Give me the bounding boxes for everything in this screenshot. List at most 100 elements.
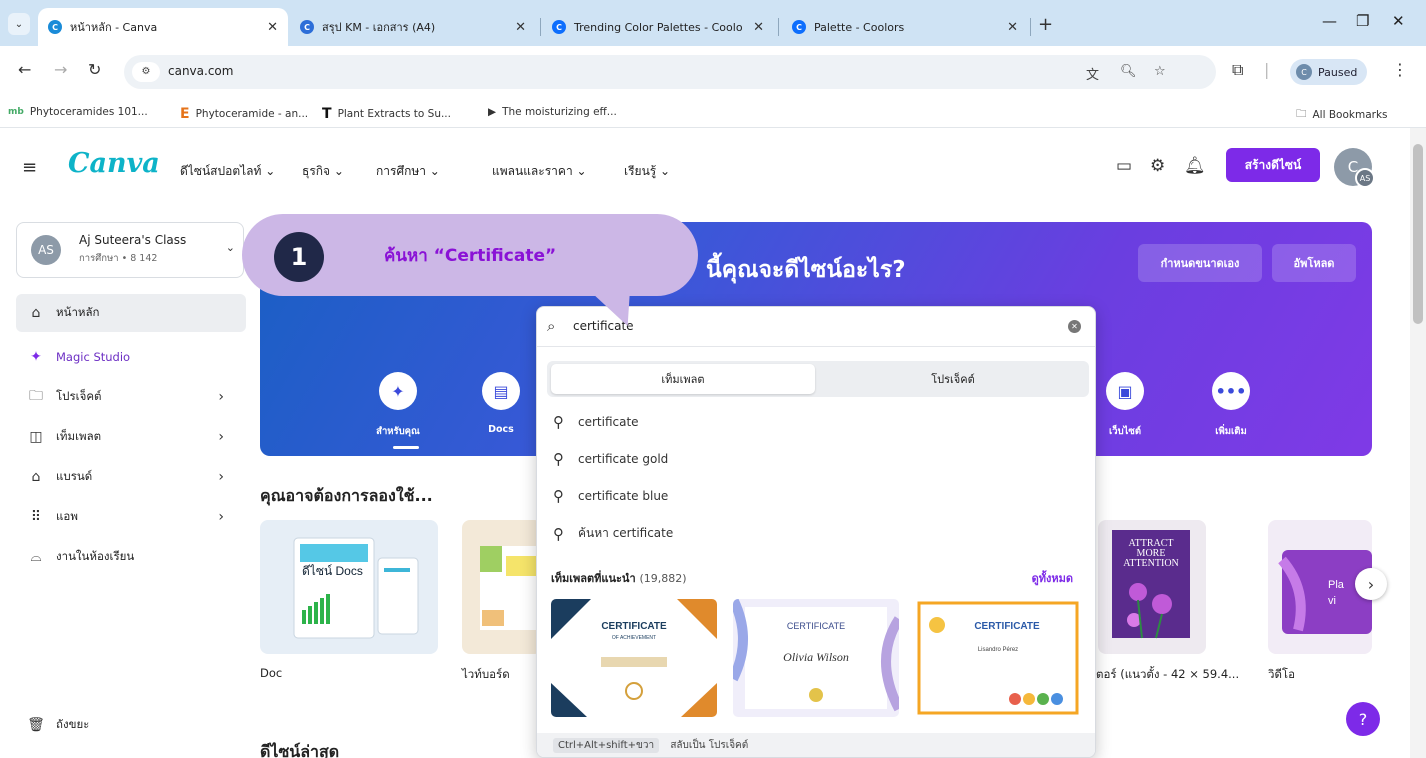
sidebar-item-home[interactable]: ⌂ หน้าหลัก [16,294,246,332]
coolors-favicon-icon: C [552,20,566,34]
team-subtitle: การศึกษา • 8 142 [79,253,158,264]
bookmark-item[interactable]: mb Phytoceramides 101... [8,106,148,118]
sidebar-item-projects[interactable]: 🗀 โปรเจ็คต์ › [16,378,246,416]
tab-templates[interactable]: เท็มเพลต [551,364,815,394]
suggestion-label: certificate gold [578,452,669,466]
close-icon[interactable]: ✕ [515,20,526,35]
category-label[interactable]: เว็บไซต์ [1092,424,1158,439]
bookmark-favicon-icon: T [322,106,332,122]
sidebar-item-classroom[interactable]: ⌓ งานในห้องเรียน [16,538,246,576]
browser-tab[interactable]: C สรุป KM - เอกสาร (A4) ✕ [290,8,536,46]
category-label[interactable]: สำหรับคุณ [358,424,438,439]
coolors-favicon-icon: C [792,20,806,34]
extensions-icon[interactable]: ⧉ [1232,60,1243,80]
template-thumbnail[interactable]: CERTIFICATE Olivia Wilson [733,599,899,717]
browser-tab[interactable]: C Trending Color Palettes - Coolo ✕ [542,8,774,46]
more-icon[interactable]: ••• [1212,372,1250,410]
category-label[interactable]: เพิ่มเติม [1198,424,1264,439]
bookmark-item[interactable]: T Plant Extracts to Su... [322,106,451,122]
nav-spotlight[interactable]: ดีไซน์สปอตไลท์ ⌄ [180,162,275,181]
bookmark-item[interactable]: ▶ The moisturizing eff... [488,106,617,118]
scrollbar[interactable] [1410,128,1426,758]
avatar-team-badge: AS [1355,168,1375,188]
upload-button[interactable]: อัพโหลด [1272,244,1356,282]
sidebar-item-trash[interactable]: 🗑︎ ถังขยะ [16,706,246,744]
bookmark-label: The moisturizing eff... [502,106,617,118]
tab-search-chevron-icon[interactable]: ⌄ [8,13,30,35]
profile-paused-chip[interactable]: C Paused [1290,59,1368,85]
browser-tab[interactable]: C หน้าหลัก - Canva ✕ [38,8,288,46]
category-label[interactable]: Docs [470,424,532,435]
desktop-app-icon[interactable]: ▭ [1116,156,1132,176]
canva-app: ≡ Canva ดีไซน์สปอตไลท์ ⌄ ธุรกิจ ⌄ การศึก… [0,128,1426,758]
minimize-icon[interactable]: — [1322,12,1337,30]
translate-icon[interactable]: 文 [1086,64,1099,83]
omnibox[interactable]: ⚙ canva.com 文 🔍︎ ☆ [124,55,1216,89]
team-switcher[interactable]: AS Aj Suteera's Class การศึกษา • 8 142 ⌄ [16,222,244,278]
suggestion-label: certificate [578,415,639,429]
keyboard-hint: Ctrl+Alt+shift+ขวา สลับเป็น โปรเจ็คต์ [537,733,1095,757]
custom-size-button[interactable]: กำหนดขนาดเอง [1138,244,1262,282]
forward-arrow-icon[interactable]: → [54,60,67,79]
sidebar-item-brand[interactable]: ⌂ แบรนด์ › [16,458,246,496]
site-info-icon[interactable]: ⚙ [132,62,160,82]
all-bookmarks[interactable]: 🗀 All Bookmarks [1296,106,1388,124]
reload-icon[interactable]: ↻ [88,60,101,79]
doc-thumbnail: ดีไซน์ Docs [293,537,419,639]
close-icon[interactable]: ✕ [267,20,278,35]
menu-kebab-icon[interactable]: ⋮ [1392,60,1408,79]
nav-business[interactable]: ธุรกิจ ⌄ [302,162,344,181]
card-label: ตอร์ (แนวตั้ง - 42 × 59.4... [1096,667,1240,681]
sidebar-item-apps[interactable]: ⠿ แอพ › [16,498,246,536]
hamburger-menu-icon[interactable]: ≡ [22,157,37,178]
settings-gear-icon[interactable]: ⚙ [1150,156,1165,176]
for-you-icon[interactable]: ✦ [379,372,417,410]
nav-learn[interactable]: เรียนรู้ ⌄ [624,162,670,181]
brand-icon: ⌂ [31,469,41,485]
template-name: Olivia Wilson [783,650,849,664]
template-thumbnail[interactable]: CERTIFICATE Lisandro Pérez [915,599,1081,717]
sidebar-item-magic-studio[interactable]: ✦ Magic Studio [16,338,246,376]
restore-icon[interactable]: ❐ [1356,12,1369,30]
card-poster[interactable]: ATTRACT MORE ATTENTION [1098,520,1206,654]
suggestion-item[interactable]: ⚲ certificate blue [553,487,668,505]
template-thumbnail[interactable]: CERTIFICATE OF ACHIEVEMENT [551,599,717,717]
help-button[interactable]: ? [1346,702,1380,736]
back-arrow-icon[interactable]: ← [18,60,31,79]
callout-step-number: 1 [274,232,324,282]
browser-tab[interactable]: C Palette - Coolors ✕ [782,8,1028,46]
close-icon[interactable]: ✕ [1007,20,1018,35]
chevron-right-icon: › [218,509,224,525]
carousel-next-icon[interactable]: › [1355,568,1387,600]
suggestion-label: ค้นหา certificate [578,526,674,540]
zoom-icon[interactable]: 🔍︎ [1120,64,1137,79]
create-design-button[interactable]: สร้างดีไซน์ [1226,148,1320,182]
docs-icon[interactable]: ▤ [482,372,520,410]
bookmark-item[interactable]: E Phytoceramide - an... [180,106,308,122]
clear-search-icon[interactable]: ✕ [1068,320,1081,333]
template-title: CERTIFICATE [601,621,667,632]
folder-icon: 🗀 [1296,108,1307,120]
suggestion-item[interactable]: ⚲ certificate [553,413,639,431]
home-icon: ⌂ [31,305,41,321]
bookmark-star-icon[interactable]: ☆ [1154,64,1166,79]
website-icon[interactable]: ▣ [1106,372,1144,410]
nav-education[interactable]: การศึกษา ⌄ [376,162,440,181]
suggestion-item[interactable]: ⚲ ค้นหา certificate [553,524,673,543]
see-all-link[interactable]: ดูทั้งหมด [1032,569,1073,587]
scrollbar-thumb[interactable] [1413,144,1423,324]
user-avatar[interactable]: C AS [1334,148,1375,188]
tab-separator [1030,18,1031,36]
window-close-icon[interactable]: ✕ [1392,12,1405,30]
card-doc[interactable]: ดีไซน์ Docs [260,520,438,654]
sidebar-item-templates[interactable]: ◫ เท็มเพลต › [16,418,246,456]
nav-pricing[interactable]: แพลนและราคา ⌄ [492,162,587,181]
suggestion-item[interactable]: ⚲ certificate gold [553,450,668,468]
card-whiteboard[interactable] [462,520,542,654]
canva-logo[interactable]: Canva [68,148,160,179]
close-icon[interactable]: ✕ [753,20,764,35]
active-category-indicator [393,446,419,449]
tab-projects[interactable]: โปรเจ็คต์ [821,364,1085,394]
notification-bell-icon[interactable]: 🔔︎ [1184,156,1206,176]
new-tab-icon[interactable]: + [1038,14,1053,35]
